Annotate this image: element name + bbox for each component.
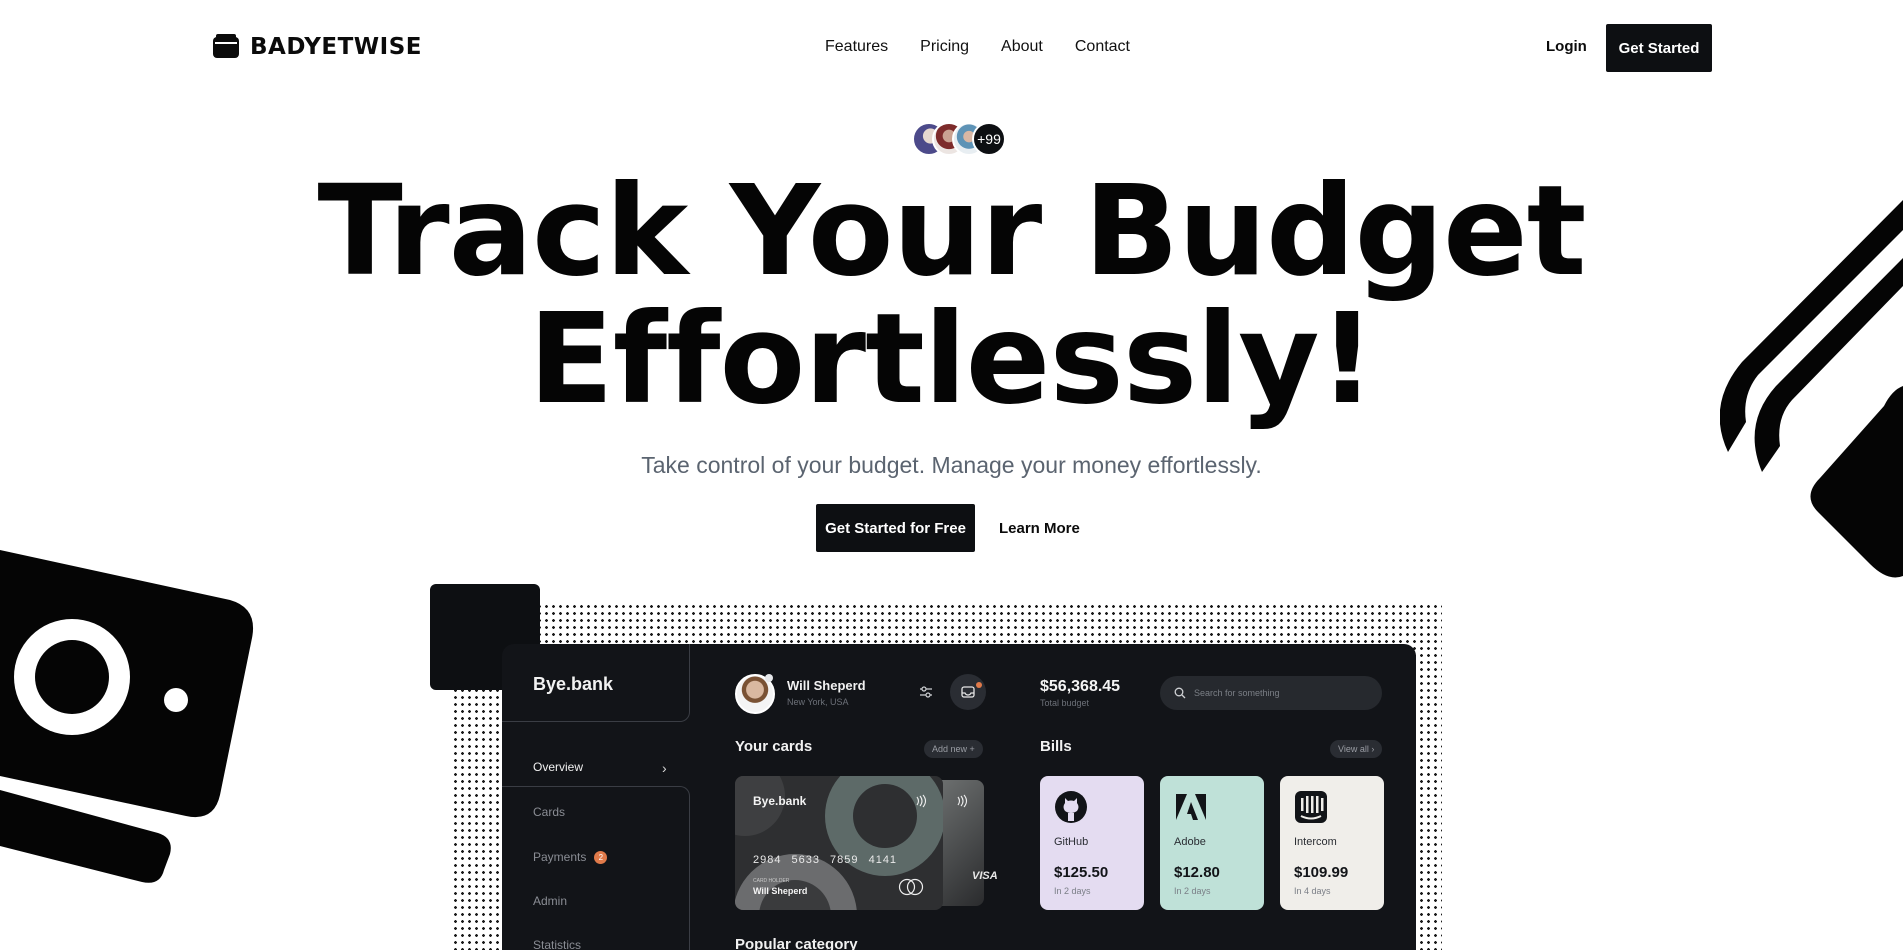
dashboard-sidebar: Bye.bank Overview › Cards Payments 2 Admi… xyxy=(502,644,690,950)
total-budget-label: Total budget xyxy=(1040,698,1090,708)
card-holder-name: Will Sheperd xyxy=(753,886,808,896)
bill-due: In 2 days xyxy=(1174,886,1211,896)
card-brand: Bye.bank xyxy=(753,794,807,808)
mastercard-logo-icon xyxy=(898,878,924,896)
card-stripes-illustration-icon xyxy=(1720,200,1903,578)
user-name: Will Sheperd xyxy=(787,678,866,693)
inbox-button[interactable] xyxy=(950,674,986,710)
get-started-free-button[interactable]: Get Started for Free xyxy=(816,504,975,552)
payments-badge: 2 xyxy=(594,851,608,865)
sidebar-item-label: Payments xyxy=(533,850,587,864)
add-new-card-button[interactable]: Add new + xyxy=(924,740,983,758)
login-link[interactable]: Login xyxy=(1546,38,1587,55)
landing-page: BADYETWISE Features Pricing About Contac… xyxy=(0,0,1903,950)
search-input[interactable] xyxy=(1194,688,1364,698)
search-icon xyxy=(1174,687,1186,699)
hero-headline: Track Your Budget Effortlessly! xyxy=(0,168,1903,424)
learn-more-link[interactable]: Learn More xyxy=(999,520,1080,537)
user-location: New York, USA xyxy=(787,697,849,707)
headline-line-1: Track Your Budget xyxy=(317,159,1586,304)
bill-name: Adobe xyxy=(1174,836,1206,848)
your-cards-title: Your cards xyxy=(735,738,813,755)
notification-dot xyxy=(976,682,982,688)
bill-card-adobe[interactable]: Adobe $12.80 In 2 days xyxy=(1160,776,1264,910)
nav-link-contact[interactable]: Contact xyxy=(1075,38,1130,56)
sidebar-item-overview[interactable]: Overview xyxy=(533,760,583,774)
nav-link-about[interactable]: About xyxy=(1001,38,1043,56)
contactless-icon xyxy=(916,794,927,808)
bill-due: In 4 days xyxy=(1294,886,1331,896)
contactless-icon xyxy=(957,794,968,808)
search-bar[interactable] xyxy=(1160,676,1382,710)
chevron-right-icon: › xyxy=(662,760,667,776)
bill-name: Intercom xyxy=(1294,836,1337,848)
get-started-button[interactable]: Get Started xyxy=(1606,24,1712,72)
popular-category-title: Popular category xyxy=(735,936,858,950)
avatar-count-badge: +99 xyxy=(972,122,1006,156)
adobe-icon xyxy=(1176,794,1206,820)
logo[interactable]: BADYETWISE xyxy=(212,34,422,60)
wallet-logo-icon xyxy=(213,34,239,58)
nav-link-features[interactable]: Features xyxy=(825,38,888,56)
hero-subtitle: Take control of your budget. Manage your… xyxy=(641,452,1262,478)
bill-card-github[interactable]: GitHub $125.50 In 2 days xyxy=(1040,776,1144,910)
total-budget-amount: $56,368.45 xyxy=(1040,678,1121,695)
user-avatars: +99 xyxy=(912,122,1006,156)
nav-link-pricing[interactable]: Pricing xyxy=(920,38,969,56)
online-status-icon xyxy=(765,674,773,682)
camera-illustration-icon xyxy=(0,550,254,883)
dashboard-preview: Bye.bank Overview › Cards Payments 2 Admi… xyxy=(502,644,1416,950)
sidebar-divider xyxy=(502,786,690,950)
card-holder-label: CARD HOLDER xyxy=(753,878,790,884)
bill-amount: $12.80 xyxy=(1174,864,1220,881)
sidebar-divider xyxy=(502,644,690,722)
top-nav: BADYETWISE Features Pricing About Contac… xyxy=(0,0,1903,97)
bill-card-intercom[interactable]: Intercom $109.99 In 4 days xyxy=(1280,776,1384,910)
sidebar-item-payments[interactable]: Payments 2 xyxy=(533,850,608,865)
sidebar-item-cards[interactable]: Cards xyxy=(533,805,565,819)
bill-amount: $125.50 xyxy=(1054,864,1109,881)
bill-name: GitHub xyxy=(1054,836,1089,848)
logo-text: BADYETWISE xyxy=(250,34,423,60)
intercom-icon xyxy=(1295,791,1327,823)
bills-title: Bills xyxy=(1040,738,1072,755)
sidebar-item-statistics[interactable]: Statistics xyxy=(533,938,581,950)
sidebar-item-admin[interactable]: Admin xyxy=(533,894,567,908)
view-all-bills-button[interactable]: View all › xyxy=(1330,740,1383,758)
headline-line-2: Effortlessly! xyxy=(528,287,1375,432)
card-network-label: VISA xyxy=(972,870,998,882)
nav-links: Features Pricing About Contact xyxy=(825,38,1130,56)
inbox-icon xyxy=(961,686,975,698)
card-number: 2984 5633 7859 4141 xyxy=(753,854,898,866)
filter-icon[interactable] xyxy=(918,684,934,700)
bill-due: In 2 days xyxy=(1054,886,1091,896)
bill-amount: $109.99 xyxy=(1294,864,1349,881)
github-icon xyxy=(1055,791,1087,823)
bank-card[interactable]: Bye.bank 2984 5633 7859 4141 CARD HOLDER… xyxy=(735,776,943,910)
